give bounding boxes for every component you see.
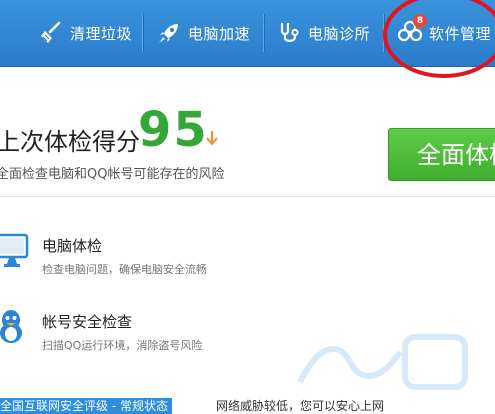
- tab-speed-up[interactable]: 电脑加速: [156, 16, 250, 50]
- rocket-icon: [156, 20, 182, 46]
- score-subtitle: 全面检查电脑和QQ帐号可能存在的风险: [0, 167, 225, 182]
- security-rating-status[interactable]: 全国互联网安全评级 - 常规状态: [0, 398, 172, 414]
- tab-label: 电脑加速: [188, 24, 251, 43]
- feature-description: 扫描QQ运行环境，消除盗号风险: [42, 339, 203, 352]
- feature-title[interactable]: 帐号安全检查: [42, 311, 132, 332]
- broom-icon: [38, 20, 64, 46]
- toolbar-separator: [142, 14, 143, 52]
- security-rating-note: 网络威胁较低，您可以安心上网: [216, 399, 385, 413]
- feature-description: 检查电脑问题，确保电脑安全流畅: [42, 263, 207, 276]
- tab-clean-junk[interactable]: 清理垃圾: [38, 16, 132, 50]
- tab-label: 清理垃圾: [70, 24, 133, 43]
- toolbar-separator: [263, 14, 264, 52]
- stethoscope-icon: [276, 20, 302, 46]
- score-value: 95: [138, 102, 209, 158]
- full-scan-button[interactable]: 全面体检: [388, 128, 495, 181]
- divider: [0, 196, 495, 197]
- tab-label: 电脑诊所: [308, 24, 371, 43]
- tab-pc-clinic[interactable]: 电脑诊所: [276, 16, 370, 50]
- feature-title[interactable]: 电脑体检: [42, 235, 102, 256]
- monitor-icon: [0, 233, 30, 273]
- watermark-logo: [290, 322, 480, 406]
- arrow-down-icon: [205, 130, 219, 150]
- score-title: 上次体检得分: [0, 128, 140, 156]
- qq-penguin-icon: [0, 308, 26, 350]
